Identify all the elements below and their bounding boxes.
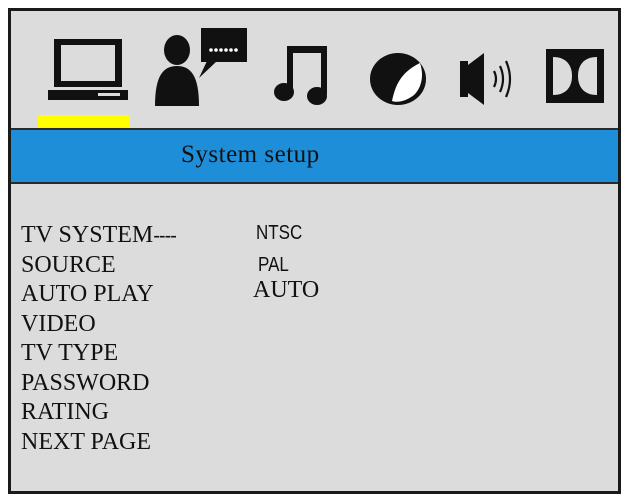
menu-item-password[interactable]: PASSWORD — [21, 369, 176, 399]
menu-item-label: VIDEO — [21, 310, 96, 337]
menu-item-label: SOURCE — [21, 251, 116, 278]
option-auto[interactable]: AUTO — [253, 277, 319, 304]
menu-item-label: TV TYPE — [21, 340, 119, 366]
setup-menu: TV SYSTEM---- SOURCE AUTO PLAY VIDEO TV … — [21, 221, 177, 458]
menu-item-tv-type[interactable]: TV TYPE — [21, 339, 176, 369]
menu-item-rating[interactable]: RATING — [21, 398, 176, 428]
category-icon-bar — [11, 11, 618, 121]
menu-item-label: PASSWORD — [21, 369, 150, 396]
language-speech-icon[interactable] — [151, 28, 251, 106]
music-note-icon[interactable] — [273, 44, 329, 106]
contrast-circle-icon[interactable] — [368, 51, 428, 107]
menu-item-label: RATING — [21, 399, 109, 425]
menu-item-connector: ---- — [153, 225, 177, 247]
monitor-icon[interactable] — [46, 35, 134, 105]
menu-item-next-page[interactable]: NEXT PAGE — [21, 428, 176, 458]
page-title: System setup — [181, 141, 320, 168]
option-pal[interactable]: PAL — [258, 254, 289, 277]
selected-icon-indicator — [38, 115, 130, 127]
option-ntsc[interactable]: NTSC — [256, 222, 302, 245]
menu-item-video[interactable]: VIDEO — [21, 310, 176, 340]
menu-item-auto-play[interactable]: AUTO PLAY — [21, 280, 176, 310]
menu-item-tv-system[interactable]: TV SYSTEM---- — [21, 221, 177, 251]
title-bar: System setup — [11, 128, 618, 184]
menu-item-label: TV SYSTEM — [21, 222, 154, 248]
setup-screen: System setup TV SYSTEM---- SOURCE AUTO P… — [8, 8, 621, 494]
menu-item-label: AUTO PLAY — [21, 281, 154, 307]
menu-item-label: NEXT PAGE — [21, 428, 152, 455]
speaker-volume-icon[interactable] — [456, 51, 522, 107]
menu-item-source[interactable]: SOURCE — [21, 251, 176, 281]
dolby-icon[interactable] — [544, 47, 606, 105]
